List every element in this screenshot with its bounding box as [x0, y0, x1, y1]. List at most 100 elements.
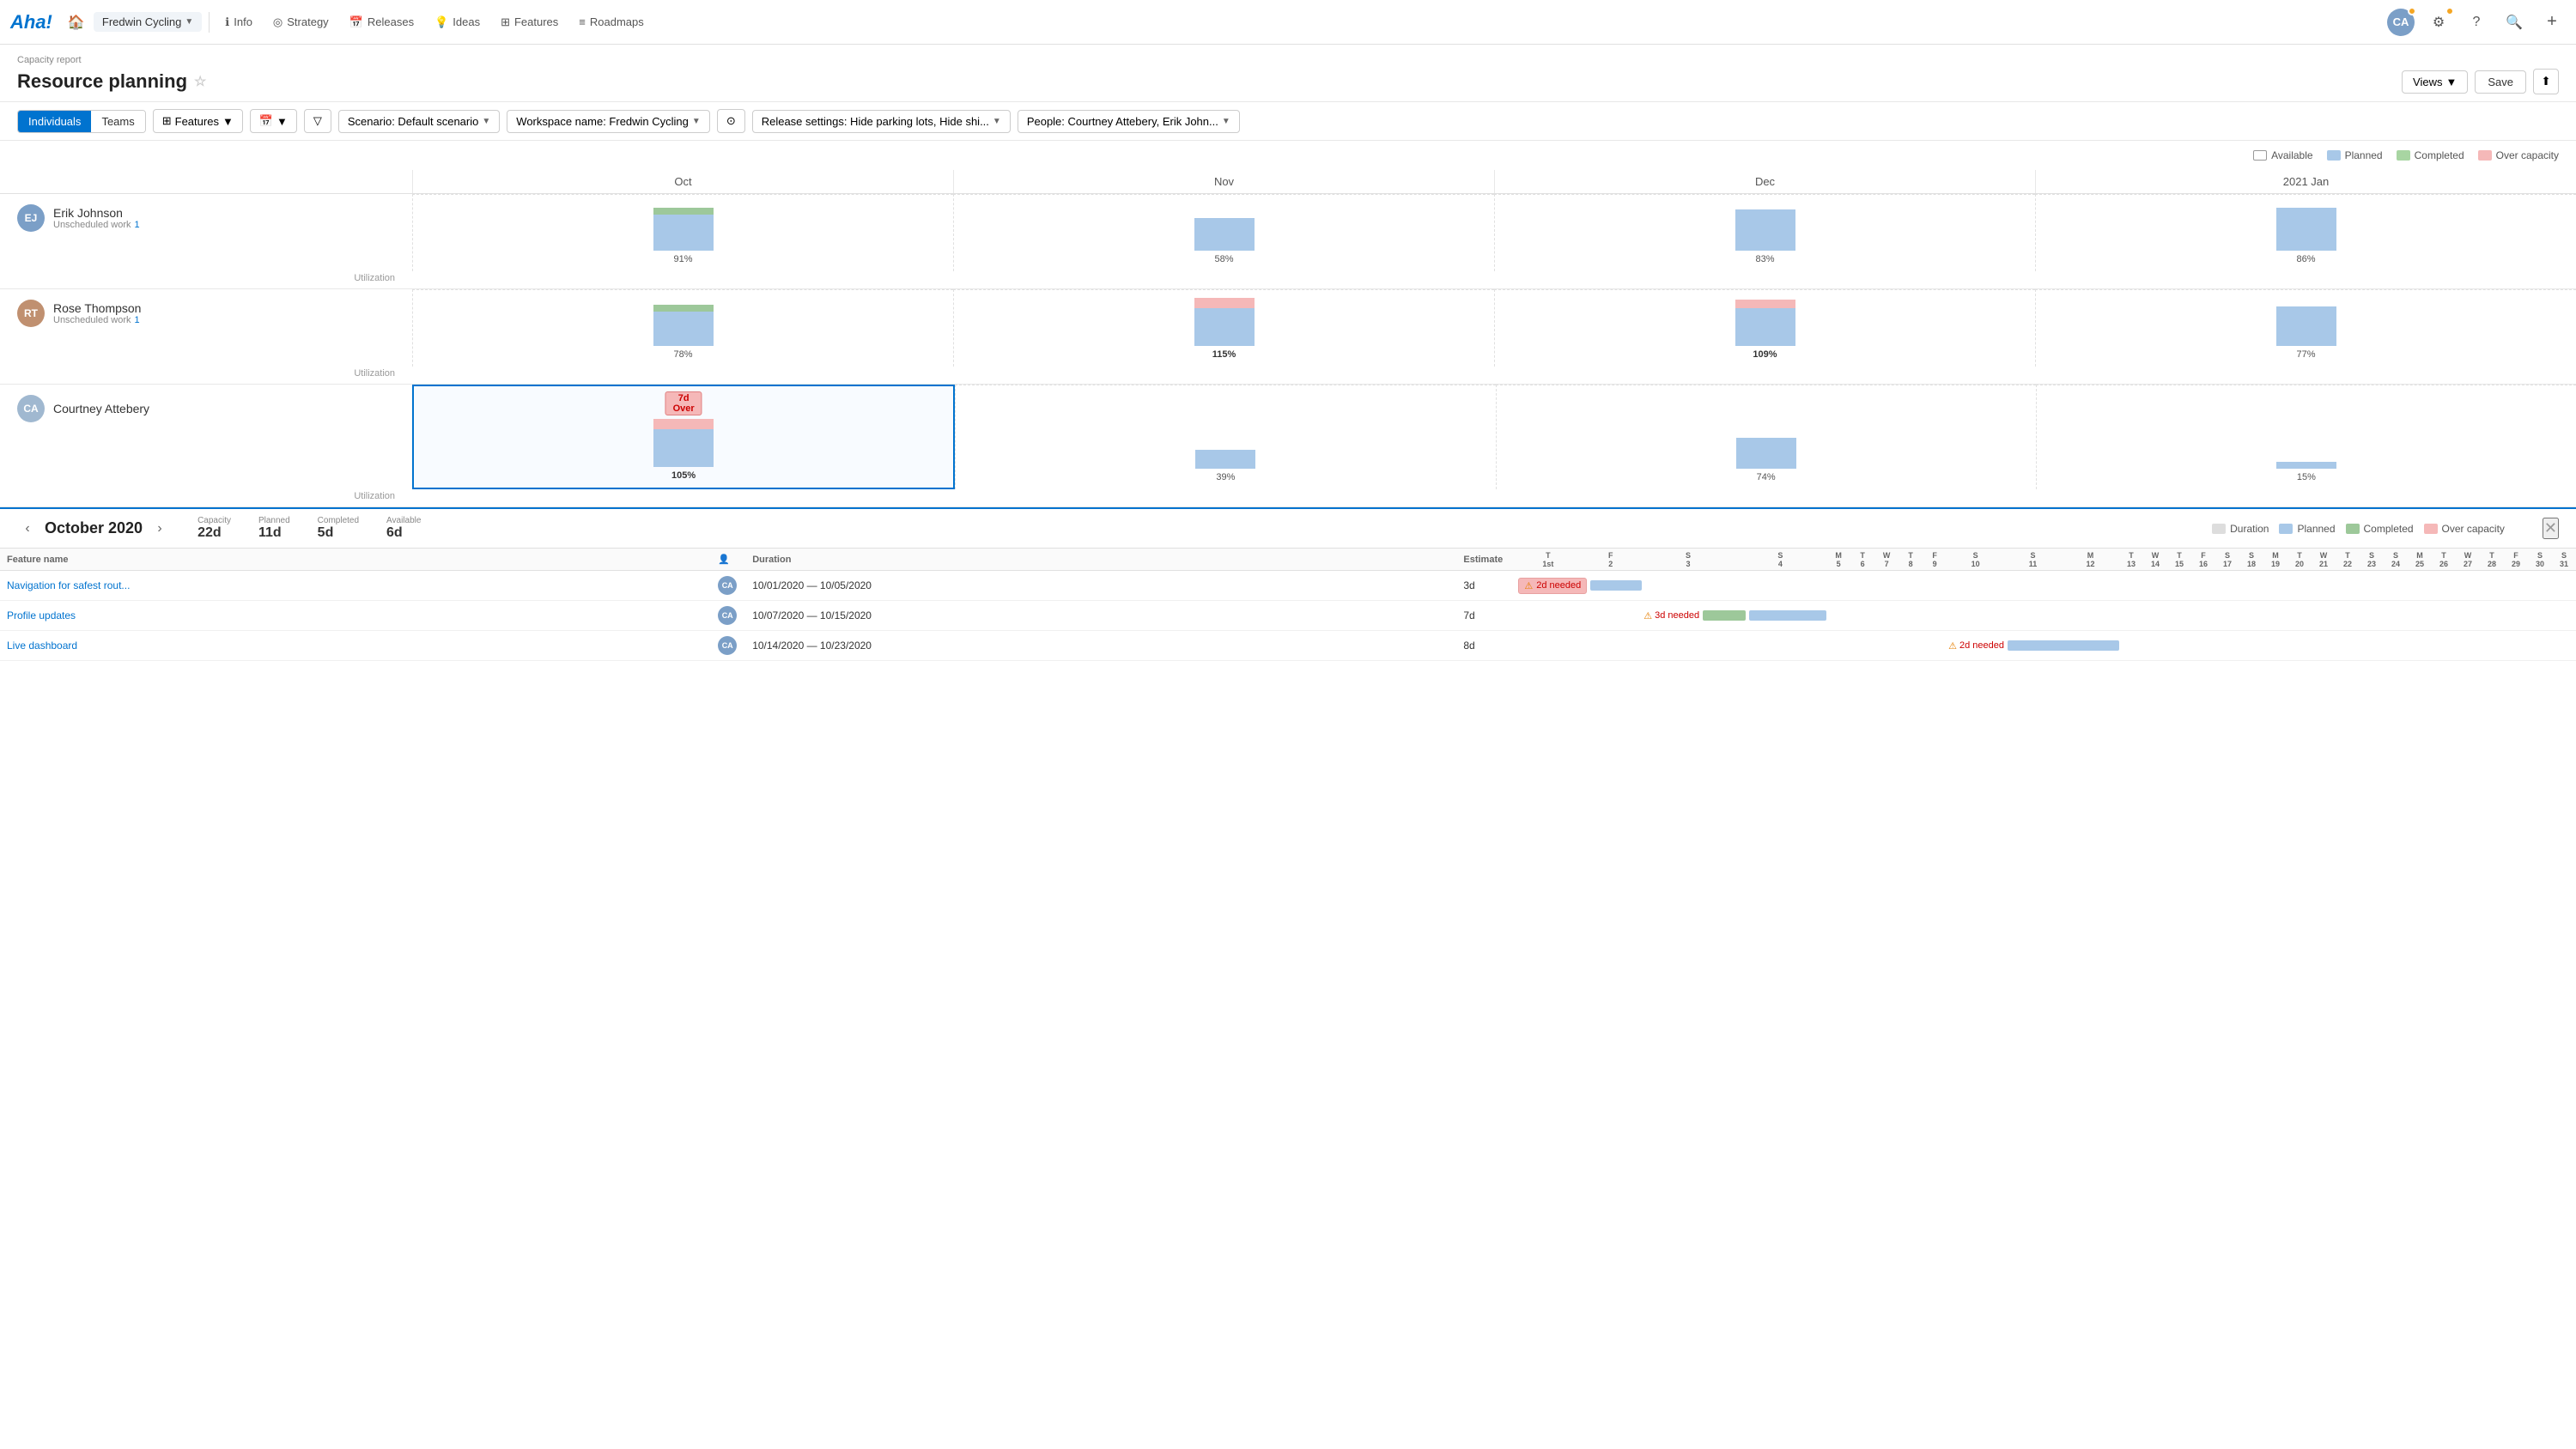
col-day-t1: T1st — [1516, 549, 1579, 571]
completed-stat: Completed 5d — [318, 516, 359, 541]
col-assignee: 👤 — [711, 549, 745, 571]
courtney-bar-nov[interactable]: 39% — [955, 385, 1495, 489]
erik-bar-nov-stack — [1194, 218, 1255, 251]
capacity-stat: Capacity 22d — [197, 516, 231, 541]
features-icon: ⊞ — [501, 15, 510, 29]
view-toggle: Individuals Teams — [17, 110, 146, 133]
erik-bar-oct[interactable]: 91% — [412, 194, 953, 271]
rose-bar-nov[interactable]: 115% — [953, 289, 1494, 367]
detail-planned-box — [2279, 524, 2293, 534]
features-filter[interactable]: ⊞ Features ▼ — [153, 109, 243, 133]
col-day-s11: S11 — [2004, 549, 2062, 571]
month-nov: Nov — [953, 170, 1494, 193]
prev-month-button[interactable]: ‹ — [17, 518, 38, 539]
col-day-s10: S10 — [1947, 549, 2004, 571]
courtney-over-badge: 7dOver — [665, 391, 702, 415]
courtney-bar-dec[interactable]: 74% — [1496, 385, 2036, 489]
chart-rows: Oct Nov Dec 2021 Jan EJ Erik Johnson Uns… — [0, 170, 2576, 507]
releases-icon: 📅 — [349, 15, 363, 29]
funnel-filter[interactable]: ▽ — [304, 109, 331, 133]
nav-item-strategy[interactable]: ◎ Strategy — [264, 12, 337, 33]
erik-bar-dec[interactable]: 83% — [1494, 194, 2035, 271]
next-month-button[interactable]: › — [149, 518, 170, 539]
search-button[interactable]: 🔍 — [2500, 9, 2528, 36]
courtney-planned-oct — [653, 429, 714, 467]
app-logo[interactable]: Aha! — [10, 11, 52, 33]
reset-button[interactable]: ⊙ — [717, 109, 745, 133]
product-name: Fredwin Cycling — [102, 15, 181, 28]
gantt-empty-1 — [1642, 571, 2576, 601]
feature-link-3[interactable]: Live dashboard — [7, 640, 77, 652]
rose-bar-jan[interactable]: 77% — [2035, 289, 2576, 367]
teams-button[interactable]: Teams — [91, 111, 144, 132]
rose-name-row: RT Rose Thompson Unscheduled work 1 — [17, 300, 395, 327]
user-avatar[interactable]: CA — [2387, 9, 2415, 36]
erik-bar-jan[interactable]: 86% — [2035, 194, 2576, 271]
nav-item-features[interactable]: ⊞ Features — [492, 12, 567, 33]
star-icon[interactable]: ☆ — [194, 73, 206, 90]
detail-completed-box — [2346, 524, 2360, 534]
erik-name: Erik Johnson — [53, 206, 140, 220]
courtney-bar-jan[interactable]: 15% — [2036, 385, 2576, 489]
courtney-avatar: CA — [17, 395, 45, 422]
detail-over-label: Over capacity — [2442, 523, 2505, 535]
erik-util-jan: 86% — [2296, 254, 2315, 264]
erik-planned-nov — [1194, 218, 1255, 251]
info-icon: ℹ — [225, 15, 229, 29]
rose-sub: Unscheduled work 1 — [53, 315, 141, 325]
chart-area: Available Planned Completed Over capacit… — [0, 141, 2576, 507]
detail-table: Feature name 👤 Duration Estimate T1st F2… — [0, 549, 2576, 661]
col-day-m12: M12 — [2062, 549, 2119, 571]
individuals-button[interactable]: Individuals — [18, 111, 91, 132]
nav-item-releases-label: Releases — [368, 15, 414, 28]
legend-over-label: Over capacity — [2496, 149, 2559, 161]
nav-item-ideas[interactable]: 💡 Ideas — [426, 12, 489, 33]
help-button[interactable]: ? — [2463, 9, 2490, 36]
feature-link-2[interactable]: Profile updates — [7, 609, 76, 621]
scenario-selector[interactable]: Scenario: Default scenario ▼ — [338, 110, 500, 133]
chart-legend: Available Planned Completed Over capacit… — [0, 141, 2576, 170]
erik-unscheduled-count[interactable]: 1 — [135, 220, 140, 230]
nav-item-releases[interactable]: 📅 Releases — [341, 12, 422, 33]
rose-util-jan: 77% — [2296, 349, 2315, 360]
home-icon[interactable]: 🏠 — [63, 9, 90, 36]
courtney-bar-oct[interactable]: 7dOver 105% — [412, 385, 955, 489]
warning-icon-3: ⚠ — [1948, 640, 1957, 652]
feature-link-1[interactable]: Navigation for safest rout... — [7, 579, 130, 591]
save-button[interactable]: Save — [2475, 70, 2526, 94]
scenario-label: Scenario: Default scenario — [348, 115, 478, 128]
nav-item-roadmaps[interactable]: ≡ Roadmaps — [570, 12, 652, 32]
views-button[interactable]: Views ▼ — [2402, 70, 2468, 94]
planned-stat: Planned 11d — [258, 516, 290, 541]
courtney-planned-jan — [2276, 462, 2336, 469]
estimate-cell-2: 7d — [1456, 601, 1516, 631]
calendar-filter[interactable]: 📅 ▼ — [250, 109, 297, 133]
rose-over-dec — [1735, 300, 1795, 308]
rose-planned-jan — [2276, 306, 2336, 346]
rose-bar-dec[interactable]: 109% — [1494, 289, 2035, 367]
product-selector[interactable]: Fredwin Cycling ▼ — [94, 12, 202, 32]
rose-unscheduled-count[interactable]: 1 — [135, 315, 140, 325]
col-feature-name: Feature name — [0, 549, 711, 571]
detail-close-button[interactable]: ✕ — [2543, 518, 2559, 539]
col-day-t15: T15 — [2167, 549, 2191, 571]
col-day-t22: T22 — [2336, 549, 2360, 571]
erik-bar-jan-stack — [2276, 208, 2336, 251]
rose-bar-oct[interactable]: 78% — [412, 289, 953, 367]
add-button[interactable]: + — [2538, 9, 2566, 36]
export-button[interactable]: ⬆ — [2533, 69, 2559, 94]
month-header-spacer — [0, 170, 412, 193]
capacity-label: Capacity — [197, 516, 231, 525]
legend-available-box — [2253, 150, 2267, 161]
erik-bar-nov[interactable]: 58% — [953, 194, 1494, 271]
col-day-w7: W7 — [1874, 549, 1899, 571]
rose-avatar: RT — [17, 300, 45, 327]
settings-button[interactable]: ⚙ — [2425, 9, 2452, 36]
product-chevron-icon: ▼ — [185, 17, 193, 27]
estimate-cell-3: 8d — [1456, 631, 1516, 661]
nav-item-info[interactable]: ℹ Info — [216, 12, 261, 33]
people-selector[interactable]: People: Courtney Attebery, Erik John... … — [1018, 110, 1240, 133]
settings-badge — [2445, 7, 2454, 15]
workspace-selector[interactable]: Workspace name: Fredwin Cycling ▼ — [507, 110, 710, 133]
release-settings-selector[interactable]: Release settings: Hide parking lots, Hid… — [752, 110, 1011, 133]
